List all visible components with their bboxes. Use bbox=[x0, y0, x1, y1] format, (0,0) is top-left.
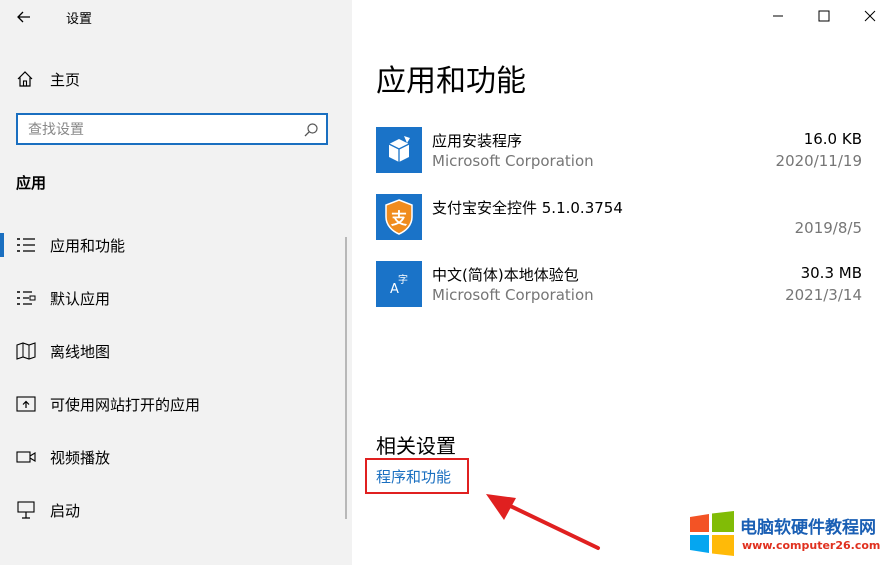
back-button[interactable] bbox=[12, 4, 38, 30]
app-list-item[interactable]: 应用安装程序 Microsoft Corporation 16.0 KB 202… bbox=[376, 127, 862, 187]
sidebar-item-label: 离线地图 bbox=[50, 343, 111, 361]
maximize-button[interactable] bbox=[801, 0, 847, 32]
app-list-item[interactable]: A 字 中文(简体)本地体验包 Microsoft Corporation 30… bbox=[376, 261, 862, 321]
sidebar-item-default-apps[interactable]: 默认应用 bbox=[0, 278, 352, 318]
minimize-button[interactable] bbox=[755, 0, 801, 32]
minimize-icon bbox=[773, 15, 783, 17]
close-icon bbox=[864, 10, 876, 22]
default-apps-icon bbox=[17, 291, 36, 305]
active-indicator bbox=[0, 233, 4, 257]
alipay-security-icon: 支 bbox=[376, 194, 422, 240]
app-size: 30.3 MB bbox=[800, 264, 862, 282]
watermark: 电脑软硬件教程网 www.computer26.com bbox=[688, 509, 888, 561]
related-settings-title: 相关设置 bbox=[376, 434, 456, 458]
watermark-name: 电脑软硬件教程网 bbox=[740, 518, 876, 538]
sidebar-item-label: 应用和功能 bbox=[50, 237, 126, 255]
search-box[interactable] bbox=[16, 113, 328, 145]
sidebar-item-label: 默认应用 bbox=[50, 290, 111, 308]
home-icon bbox=[17, 71, 33, 87]
video-playback-icon bbox=[16, 451, 36, 463]
annotation-highlight-box bbox=[365, 458, 469, 494]
back-arrow-icon bbox=[17, 11, 30, 23]
app-date: 2019/8/5 bbox=[794, 219, 862, 237]
app-installer-icon bbox=[376, 127, 422, 173]
startup-icon bbox=[17, 501, 35, 519]
app-publisher: Microsoft Corporation bbox=[432, 152, 594, 170]
apps-for-websites-icon bbox=[16, 396, 36, 412]
sidebar-item-label: 启动 bbox=[50, 502, 81, 520]
sidebar-item-label: 视频播放 bbox=[50, 449, 111, 467]
home-nav[interactable]: 主页 bbox=[16, 66, 80, 92]
app-publisher: Microsoft Corporation bbox=[432, 286, 594, 304]
annotation-arrow-icon bbox=[486, 494, 600, 550]
watermark-url: www.computer26.com bbox=[742, 539, 881, 552]
window-controls bbox=[755, 0, 893, 32]
sidebar-item-apps-for-websites[interactable]: 可使用网站打开的应用 bbox=[0, 384, 352, 424]
svg-text:字: 字 bbox=[398, 273, 408, 286]
sidebar-item-video-playback[interactable]: 视频播放 bbox=[0, 437, 352, 477]
app-size: 16.0 KB bbox=[803, 130, 862, 148]
close-button[interactable] bbox=[847, 0, 893, 32]
section-label: 应用 bbox=[16, 174, 47, 192]
app-name: 中文(简体)本地体验包 bbox=[432, 266, 579, 284]
sidebar: 设置 主页 应用 应用和功能 默认应用 bbox=[0, 0, 352, 565]
maximize-icon bbox=[818, 10, 830, 22]
svg-text:支: 支 bbox=[390, 209, 408, 228]
sidebar-item-label: 可使用网站打开的应用 bbox=[50, 396, 201, 414]
sidebar-scrollbar[interactable] bbox=[345, 237, 347, 519]
offline-maps-icon bbox=[16, 342, 36, 360]
app-name: 支付宝安全控件 5.1.0.3754 bbox=[432, 199, 623, 217]
app-date: 2021/3/14 bbox=[785, 286, 862, 304]
sidebar-item-startup[interactable]: 启动 bbox=[0, 490, 352, 530]
windows-logo-icon bbox=[690, 511, 734, 556]
chinese-language-pack-icon: A 字 bbox=[376, 261, 422, 307]
window-title: 设置 bbox=[66, 12, 93, 27]
apps-features-icon bbox=[17, 238, 35, 252]
search-input[interactable] bbox=[26, 119, 300, 141]
home-label: 主页 bbox=[50, 70, 81, 89]
sidebar-item-offline-maps[interactable]: 离线地图 bbox=[0, 331, 352, 371]
sidebar-item-apps-features[interactable]: 应用和功能 bbox=[0, 225, 352, 265]
app-date: 2020/11/19 bbox=[775, 152, 862, 170]
search-icon[interactable] bbox=[302, 121, 320, 139]
app-list-item[interactable]: 支 支付宝安全控件 5.1.0.3754 2019/8/5 bbox=[376, 194, 862, 254]
app-name: 应用安装程序 bbox=[432, 132, 523, 150]
page-title: 应用和功能 bbox=[376, 64, 526, 99]
